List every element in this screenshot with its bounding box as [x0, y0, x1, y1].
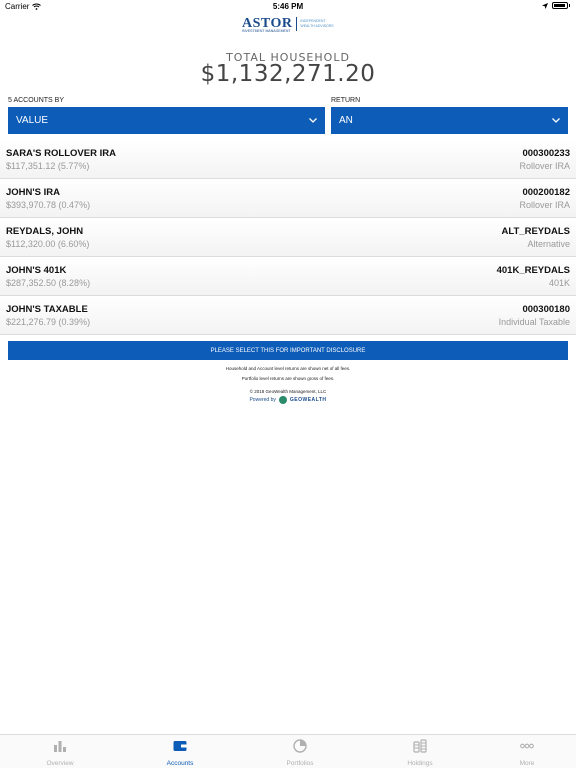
logo-tagline: INDEPENDENT WEALTH ADVISORS [300, 19, 334, 28]
account-name: JOHN'S TAXABLE [6, 304, 88, 315]
chevron-down-icon [309, 118, 317, 123]
tab-label: Portfolios [286, 760, 314, 767]
account-name: JOHN'S 401K [6, 265, 67, 276]
disclosure-button[interactable]: PLEASE SELECT THIS FOR IMPORTANT DISCLOS… [8, 341, 568, 360]
account-name: SARA'S ROLLOVER IRA [6, 148, 116, 159]
geowealth-logo-icon [278, 396, 287, 404]
account-type: Rollover IRA [519, 161, 570, 171]
tab-more[interactable]: More [497, 739, 557, 767]
battery-icon [552, 2, 568, 9]
more-dots-icon [520, 743, 534, 749]
account-number: 000300233 [522, 148, 570, 159]
account-row[interactable]: JOHN'S TAXABLE $221,276.79 (0.39%) 00030… [0, 296, 576, 335]
return-label: RETURN [331, 97, 361, 104]
account-number: ALT_REYDALS [501, 226, 570, 237]
account-value: $221,276.79 (0.39%) [6, 317, 91, 327]
status-right [542, 2, 570, 9]
account-name: REYDALS, JOHN [6, 226, 84, 237]
account-value: $287,352.50 (8.28%) [6, 278, 91, 288]
bar-chart-icon [54, 741, 66, 752]
household-total: $1,132,271.20 [200, 61, 376, 87]
account-number: 000300180 [522, 304, 570, 315]
status-time: 5:46 PM [272, 2, 304, 11]
account-row[interactable]: JOHN'S 401K $287,352.50 (8.28%) 401K_REY… [0, 257, 576, 296]
account-type: Alternative [527, 239, 570, 249]
account-row[interactable]: JOHN'S IRA $393,970.78 (0.47%) 000200182… [0, 179, 576, 218]
copyright-text: © 2018 GeoWealth Management, LLC [249, 389, 327, 394]
account-value: $112,320.00 (6.60%) [6, 239, 90, 249]
geowealth-wordmark: GEOWEALTH [289, 397, 327, 403]
account-value: $393,970.78 (0.47%) [6, 200, 91, 210]
powered-by-label: Powered by [249, 397, 276, 403]
fees-note-net: Household and Account level returns are … [225, 366, 351, 371]
accounts-by-label: 5 ACCOUNTS BY [8, 97, 65, 104]
location-arrow-icon [542, 2, 548, 9]
account-type: Rollover IRA [519, 200, 570, 210]
fees-note-gross: Portfolio level returns are shown gross … [241, 376, 335, 381]
accounts-list: SARA'S ROLLOVER IRA $117,351.12 (5.77%) … [0, 140, 576, 335]
tab-label: Accounts [166, 760, 194, 767]
account-row[interactable]: SARA'S ROLLOVER IRA $117,351.12 (5.77%) … [0, 140, 576, 179]
return-select[interactable]: AN [331, 107, 568, 134]
tab-accounts[interactable]: Accounts [150, 739, 210, 767]
logo-divider [296, 17, 298, 31]
account-type: 401K [548, 278, 570, 288]
pie-chart-icon [293, 739, 307, 753]
logo-subtitle: INVESTMENT MANAGEMENT [242, 29, 291, 33]
tab-holdings[interactable]: Holdings [390, 739, 450, 767]
return-value: AN [339, 115, 353, 126]
tab-portfolios[interactable]: Portfolios [270, 739, 330, 767]
tab-label: Holdings [407, 760, 433, 767]
astor-logo: ASTOR INVESTMENT MANAGEMENT INDEPENDENT … [242, 14, 334, 34]
tab-label: More [519, 760, 535, 767]
status-bar: Carrier 5:46 PM [0, 0, 576, 12]
account-type: Individual Taxable [498, 317, 570, 327]
account-row[interactable]: REYDALS, JOHN $112,320.00 (6.60%) ALT_RE… [0, 218, 576, 257]
coin-stack-icon [413, 739, 427, 753]
account-number: 000200182 [522, 187, 570, 198]
powered-by: Powered by GEOWEALTH [0, 396, 576, 404]
wallet-icon [173, 741, 187, 751]
account-name: JOHN'S IRA [6, 187, 60, 198]
tab-overview[interactable]: Overview [30, 739, 90, 767]
tab-label: Overview [46, 760, 74, 767]
account-value: $117,351.12 (5.77%) [6, 161, 90, 171]
accounts-by-select[interactable]: VALUE [8, 107, 325, 134]
tab-bar: Overview Accounts Portfolios Holdings Mo… [0, 734, 576, 768]
chevron-down-icon [552, 118, 560, 123]
battery-cap-icon [569, 4, 570, 7]
accounts-by-value: VALUE [16, 115, 49, 126]
account-number: 401K_REYDALS [496, 265, 570, 276]
